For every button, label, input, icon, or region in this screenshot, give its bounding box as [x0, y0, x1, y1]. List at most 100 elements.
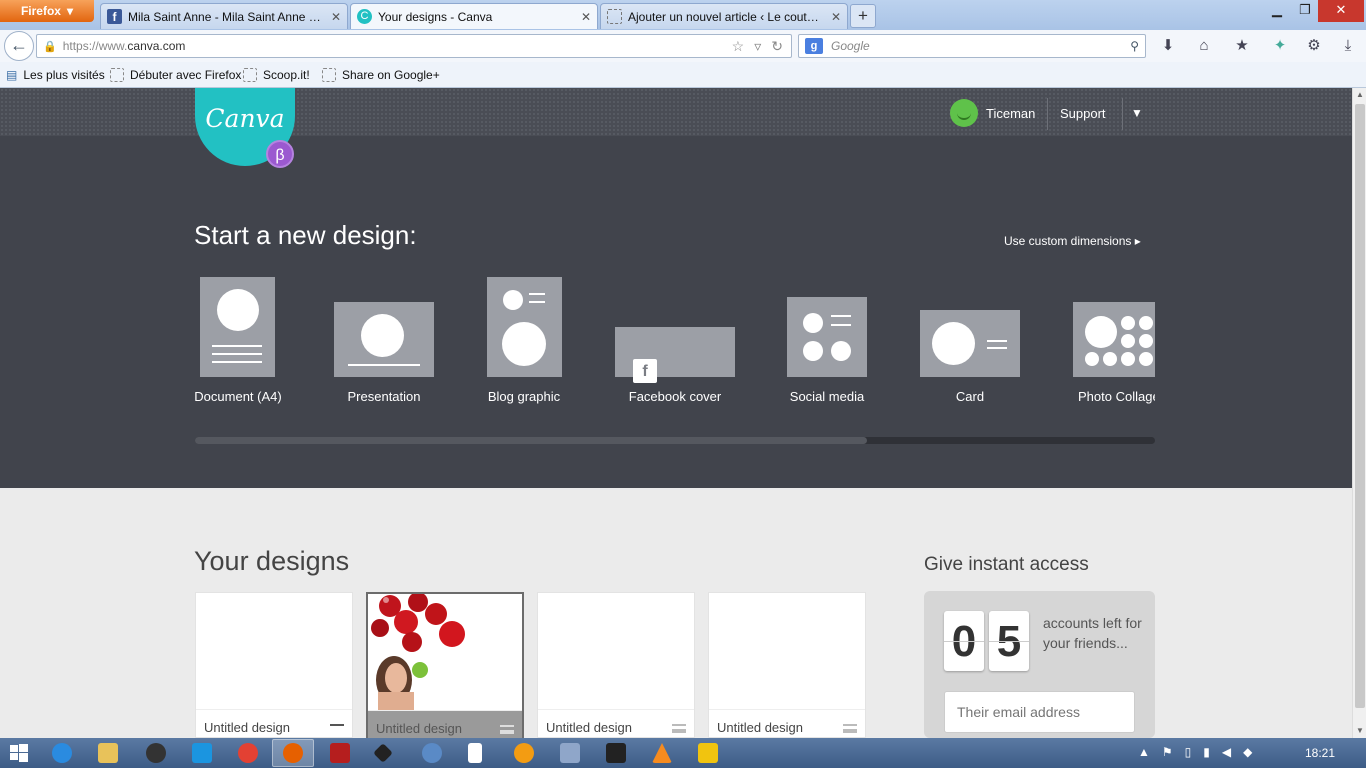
page-scrollbar[interactable]: ▲ ▼: [1352, 88, 1366, 738]
design-card[interactable]: Untitled design: [366, 592, 524, 738]
tab-wordpress[interactable]: Ajouter un nouvel article ‹ Le coutela..…: [600, 3, 848, 29]
scrollbar-thumb[interactable]: [1355, 104, 1365, 708]
design-title: Untitled design: [717, 720, 803, 735]
custom-dimensions-link[interactable]: Use custom dimensions ▸: [1004, 234, 1141, 248]
history-dropdown-icon[interactable]: ▿: [754, 38, 761, 55]
canva-icon: C: [357, 9, 372, 24]
close-window-button[interactable]: ✕: [1318, 0, 1364, 22]
chevron-right-icon: ▸: [1134, 234, 1141, 248]
internet-explorer-icon[interactable]: [52, 743, 72, 763]
back-button[interactable]: ←: [4, 31, 34, 61]
bookmark-star-icon[interactable]: ☆: [732, 38, 745, 55]
file-explorer-icon[interactable]: [98, 743, 118, 763]
downloads-panel-icon[interactable]: ⤓: [1336, 36, 1360, 56]
bookmark-scoopit[interactable]: Scoop.it!: [243, 68, 310, 82]
system-tray: ▲ ⚑ ▯ ▮ ◀ ◆: [1138, 745, 1252, 759]
new-tab-button[interactable]: +: [850, 4, 876, 28]
scrollbar-thumb[interactable]: [195, 437, 867, 444]
close-tab-icon[interactable]: ✕: [831, 10, 841, 24]
document-icon: [200, 277, 275, 377]
close-tab-icon[interactable]: ✕: [331, 10, 341, 24]
windows-start-icon[interactable]: [10, 744, 28, 762]
beta-badge: β: [266, 140, 294, 168]
design-card[interactable]: Untitled design: [195, 592, 353, 738]
bookmark-getting-started[interactable]: Débuter avec Firefox: [110, 68, 241, 82]
firefox-icon[interactable]: [283, 743, 303, 763]
firefox-menu-button[interactable]: Firefox ▾: [0, 0, 94, 22]
design-type-label: Presentation: [347, 389, 421, 404]
tab-canva[interactable]: C Your designs - Canva ✕: [350, 3, 598, 29]
app-icon[interactable]: [514, 743, 534, 763]
blank-page-icon: [322, 68, 336, 82]
filezilla-icon[interactable]: [330, 743, 350, 763]
addon-icon[interactable]: ✦: [1268, 36, 1292, 56]
scroll-down-arrow-icon[interactable]: ▼: [1353, 724, 1366, 738]
google-icon[interactable]: g: [805, 38, 823, 54]
document-icon[interactable]: [468, 743, 482, 763]
apples-woman-image: [368, 594, 522, 710]
inkscape-icon[interactable]: [373, 743, 393, 763]
flag-icon[interactable]: ⚑: [1162, 745, 1173, 759]
design-title: Untitled design: [376, 721, 462, 736]
bookmark-share-google[interactable]: Share on Google+: [322, 68, 440, 82]
app-icon[interactable]: [698, 743, 718, 763]
user-menu[interactable]: Ticeman: [950, 99, 1035, 127]
close-tab-icon[interactable]: ✕: [581, 10, 591, 24]
minus-icon[interactable]: [330, 724, 344, 726]
facebook-icon: f: [107, 9, 122, 24]
menu-icon[interactable]: [843, 724, 857, 733]
search-icon[interactable]: ⚲: [1130, 39, 1139, 53]
show-hidden-icons-icon[interactable]: ▲: [1138, 745, 1150, 759]
design-type-label: Document (A4): [194, 389, 282, 404]
menu-icon[interactable]: [500, 725, 514, 734]
divider: [1122, 98, 1123, 130]
page-title: Start a new design:: [194, 220, 417, 250]
menu-icon[interactable]: [672, 724, 686, 733]
network-icon[interactable]: ▮: [1203, 745, 1210, 759]
support-link[interactable]: Support: [1060, 106, 1106, 121]
user-name: Ticeman: [986, 105, 1036, 121]
volume-icon[interactable]: ◀: [1222, 745, 1231, 759]
tab-facebook[interactable]: f Mila Saint Anne - Mila Saint Anne a p.…: [100, 3, 348, 29]
minimize-button[interactable]: ▁: [1262, 0, 1292, 22]
extension-icon[interactable]: ⚙: [1302, 36, 1326, 56]
app-icon[interactable]: [146, 743, 166, 763]
url-bar[interactable]: 🔒 https://www.canva.com ☆ ▿ ↻: [36, 34, 792, 58]
design-card[interactable]: Untitled design: [537, 592, 695, 738]
navigation-bar: ← 🔒 https://www.canva.com ☆ ▿ ↻ g Google…: [0, 30, 1366, 62]
design-type-label: Social media: [789, 389, 865, 404]
home-icon[interactable]: ⌂: [1192, 36, 1216, 56]
battery-icon[interactable]: ▯: [1185, 745, 1192, 759]
bookmarks-menu-icon[interactable]: ★: [1230, 36, 1254, 56]
email-field[interactable]: [944, 691, 1135, 733]
twitter-icon[interactable]: [192, 743, 212, 763]
clock[interactable]: 18:21: [1305, 746, 1335, 760]
bookmark-most-visited[interactable]: ▤ Les plus visités: [6, 68, 105, 82]
facebook-cover-icon: f: [615, 327, 735, 383]
restore-button[interactable]: ❐: [1290, 0, 1320, 22]
design-card[interactable]: Untitled design: [708, 592, 866, 738]
design-types-scrollbar[interactable]: [195, 437, 1155, 444]
lock-icon: 🔒: [43, 40, 57, 53]
dropbox-icon[interactable]: ◆: [1243, 745, 1252, 759]
download-icon[interactable]: ⬇: [1156, 36, 1180, 56]
windows-taskbar: ▲ ⚑ ▯ ▮ ◀ ◆ 18:21: [0, 738, 1366, 768]
card-icon: [920, 310, 1020, 377]
section-title: Your designs: [194, 546, 350, 576]
search-bar[interactable]: g Google ⚲: [798, 34, 1146, 58]
app-icon[interactable]: [606, 743, 626, 763]
design-type-label: Blog graphic: [487, 389, 561, 404]
counter-digit: 0: [944, 611, 984, 671]
reload-icon[interactable]: ↻: [771, 38, 783, 55]
social-media-icon: [787, 297, 867, 377]
virtualbox-icon[interactable]: [560, 743, 580, 763]
invite-title: Give instant access: [924, 554, 1089, 575]
blank-page-icon: [607, 9, 622, 24]
app-icon[interactable]: [422, 743, 442, 763]
scroll-up-arrow-icon[interactable]: ▲: [1353, 88, 1366, 102]
vlc-icon[interactable]: [652, 743, 672, 763]
chrome-icon[interactable]: [238, 743, 258, 763]
bookmark-folder-icon: ▤: [6, 68, 18, 82]
chevron-down-icon[interactable]: ▼: [1131, 106, 1143, 120]
design-title: Untitled design: [204, 720, 290, 735]
